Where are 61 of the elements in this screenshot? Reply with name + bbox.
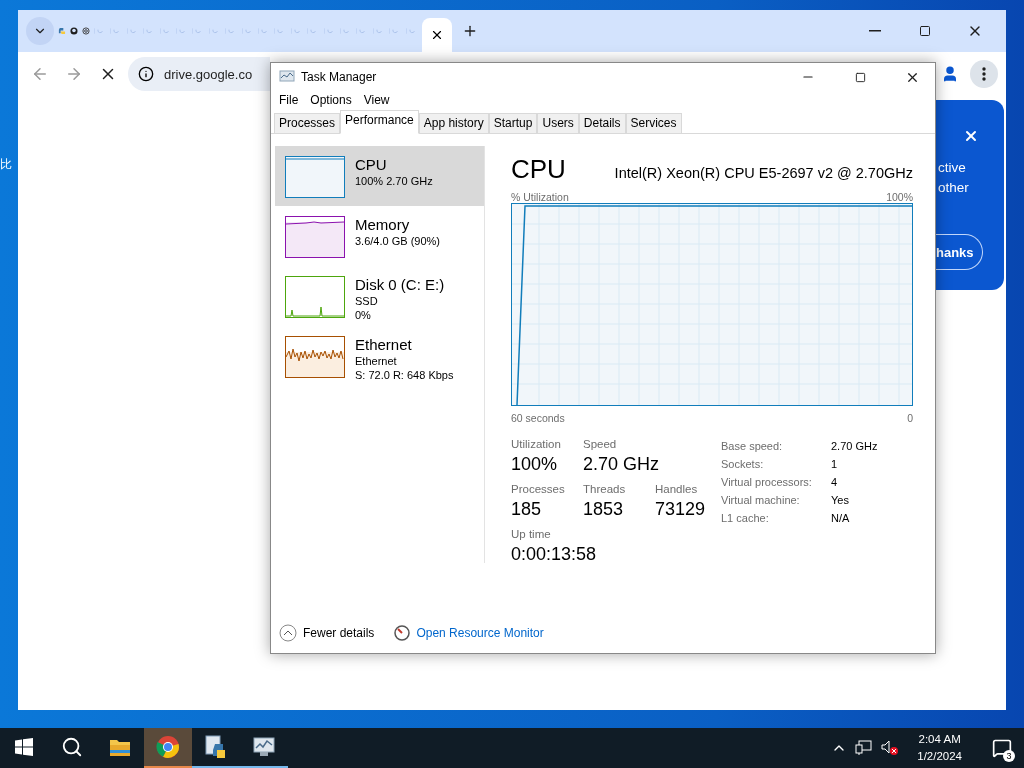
resource-info: 0% <box>355 308 372 322</box>
graph-label: % Utilization <box>511 191 569 203</box>
resource-item[interactable]: Disk 0 (C: E:) SSD 0% <box>275 266 484 326</box>
spec-label: L1 cache: <box>721 511 770 526</box>
notification-button[interactable]: 3 <box>980 728 1024 768</box>
fewer-details-link[interactable]: Fewer details <box>303 626 375 640</box>
resource-name: Memory <box>355 216 411 234</box>
resource-info: SSD <box>355 294 379 308</box>
resource-name: Disk 0 (C: E:) <box>355 276 445 294</box>
address-bar[interactable]: drive.google.co <box>128 57 270 91</box>
tab[interactable]: App history <box>418 113 489 133</box>
stat-value: 1853 <box>583 499 625 520</box>
spec-value: 2.70 GHz <box>831 439 878 454</box>
resource-title: CPU <box>511 154 566 185</box>
resource-info: S: 72.0 R: 648 Kbps <box>355 368 454 382</box>
stat-label: Utilization <box>511 438 562 450</box>
tab[interactable]: Startup <box>488 113 538 133</box>
spec-value: N/A <box>831 511 851 526</box>
bubble-text: other <box>938 179 969 197</box>
stat-value: 73129 <box>655 499 707 520</box>
resource-monitor-link[interactable]: Open Resource Monitor <box>416 626 544 640</box>
stat-label: Processes <box>511 483 566 495</box>
spec-label: Sockets: <box>721 457 765 472</box>
resource-name: Ethernet <box>355 336 413 354</box>
stat-value: 0:00:13:58 <box>511 544 597 565</box>
spec-label: Virtual machine: <box>721 493 801 508</box>
graph-span-label: 60 seconds <box>511 412 565 424</box>
spec-value: 1 <box>831 457 839 472</box>
tab[interactable]: Users <box>537 113 579 133</box>
resource-name: CPU <box>355 156 388 174</box>
spec-label: Virtual processors: <box>721 475 813 490</box>
menu-item[interactable]: File <box>275 93 303 107</box>
menu-item[interactable]: View <box>359 93 394 107</box>
stat-value: 2.70 GHz <box>583 454 660 475</box>
spec-label: Base speed: <box>721 439 784 454</box>
resource-item[interactable]: Memory 3.6/4.0 GB (90%) <box>275 206 484 266</box>
stat-label: Threads <box>583 483 627 495</box>
stat-label: Up time <box>511 528 552 540</box>
processor-model: Intel(R) Xeon(R) CPU E5-2697 v2 @ 2.70GHz <box>614 165 913 181</box>
window-title: Task Manager <box>301 70 378 84</box>
graph-min-label: 0 <box>907 412 913 424</box>
spec-value: 4 <box>831 475 839 490</box>
graph-max-label: 100% <box>886 191 913 203</box>
tab[interactable]: Processes <box>274 113 341 133</box>
menu-item[interactable]: Options <box>306 93 356 107</box>
spec-value: Yes <box>831 493 850 508</box>
resource-info: 3.6/4.0 GB (90%) <box>355 234 440 248</box>
tab[interactable]: Services <box>625 113 682 133</box>
bubble-text: ctive <box>938 159 967 177</box>
stat-value: 100% <box>511 454 559 475</box>
desktop-icon-label: 比 <box>0 156 12 173</box>
stat-label: Speed <box>583 438 618 450</box>
resource-info: Ethernet <box>355 354 398 368</box>
resource-item[interactable]: CPU 100% 2.70 GHz <box>275 146 484 206</box>
stat-label: Handles <box>655 483 699 495</box>
tab[interactable]: Details <box>578 113 626 133</box>
resource-info: 100% 2.70 GHz <box>355 174 433 188</box>
tab[interactable]: Performance <box>340 110 419 134</box>
stat-value: 185 <box>511 499 543 520</box>
resource-item[interactable]: Ethernet Ethernet S: 72.0 R: 648 Kbps <box>275 326 484 386</box>
clock[interactable]: 2:04 AM 1/2/2024 <box>907 731 972 765</box>
